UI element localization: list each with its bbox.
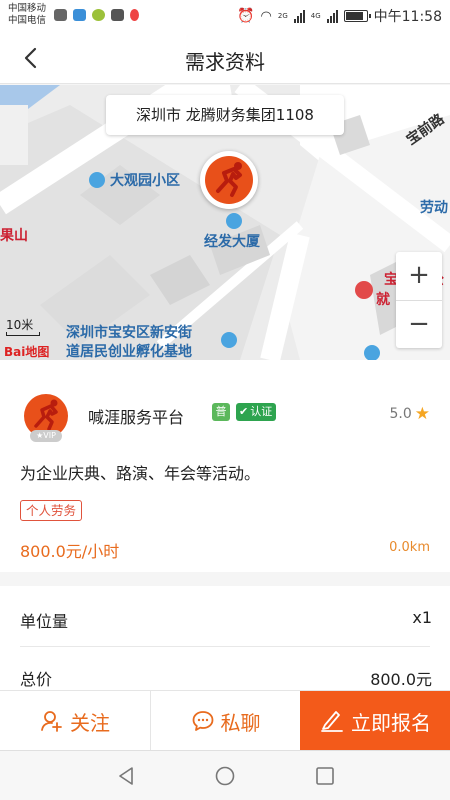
row-divider — [20, 646, 430, 647]
poi-jiu[interactable]: 就 — [376, 289, 390, 309]
page-title: 需求资料 — [185, 50, 265, 74]
poi-incubator-line1[interactable]: 深圳市宝安区新安街 — [66, 322, 192, 342]
follow-label: 关注 — [70, 710, 110, 735]
demand-description: 为企业庆典、路演、年会等活动。 — [20, 464, 261, 483]
rating-value: 5.0 — [389, 406, 412, 422]
unit-value: x1 — [412, 608, 432, 627]
certified-label: 认证 — [250, 405, 273, 418]
unit-label: 单位量 — [20, 612, 69, 631]
network-2-label: 4G — [310, 12, 321, 20]
poi-incubator-line2[interactable]: 道居民创业孵化基地 — [66, 341, 192, 360]
baidu-logo: Bai地图 — [4, 345, 50, 359]
map-view[interactable]: 深圳市 龙腾财务集团1108 大观园小区 经发大厦 深圳市宝安区新安街 道居民创… — [0, 85, 450, 360]
edit-icon — [321, 711, 343, 732]
location-marker[interactable] — [200, 151, 258, 209]
wechat-icon — [54, 9, 67, 21]
system-nav-bar — [0, 750, 450, 800]
demand-card: ★VIP 喊涯服务平台 普 ✔ 认证 5.0 ★ 为企业庆典、路演、年会等活动。… — [0, 360, 450, 572]
vip-label: VIP — [43, 431, 56, 440]
total-value: 800.0元 — [370, 670, 432, 689]
rating: 5.0 ★ — [389, 404, 430, 424]
nav-recents-button[interactable] — [315, 766, 335, 786]
poi-guoshan[interactable]: 果山 — [0, 225, 28, 245]
certified-badge: ✔ 认证 — [236, 403, 277, 421]
app-icon — [92, 9, 105, 21]
status-bar: 中国移动 中国电信 ⏰ ◠ 2G 4G 中午11:58 — [0, 0, 450, 32]
price: 800.0元/小时 — [20, 542, 120, 561]
signup-button[interactable]: 立即报名 — [300, 691, 450, 751]
carrier-1: 中国移动 — [8, 3, 47, 14]
nav-home-button[interactable] — [215, 766, 235, 786]
star-icon: ★ — [414, 404, 430, 424]
network-1-label: 2G — [277, 12, 288, 20]
nav-back-button[interactable] — [116, 766, 136, 786]
status-right: ⏰ ◠ 2G 4G 中午11:58 — [237, 6, 442, 26]
battery-icon — [343, 10, 371, 22]
provider-name[interactable]: 喊涯服务平台 — [88, 404, 184, 428]
add-user-icon — [41, 711, 62, 732]
circle-home-icon — [215, 766, 235, 786]
signal-2-icon — [326, 9, 338, 23]
wechat-icon-2 — [111, 9, 124, 21]
distance: 0.0km — [389, 540, 430, 555]
order-details: 单位量 x1 总价 800.0元 — [0, 586, 450, 690]
notification-icons — [54, 9, 139, 21]
poi-jingfa[interactable]: 经发大厦 — [204, 231, 260, 251]
general-badge: 普 — [212, 403, 230, 421]
chat-label: 私聊 — [220, 710, 261, 735]
square-recents-icon — [316, 767, 334, 785]
map-scale-bar — [6, 332, 40, 336]
zoom-out-button[interactable]: − — [396, 300, 442, 348]
chat-button[interactable]: 私聊 — [150, 691, 300, 751]
top-bar: 需求资料 — [0, 32, 450, 84]
category-tag: 个人劳务 — [20, 500, 83, 521]
carrier-info: 中国移动 中国电信 — [8, 3, 46, 27]
send-icon — [73, 9, 86, 21]
poi-laodong[interactable]: 劳动 — [420, 197, 448, 217]
wifi-icon: ◠ — [260, 8, 272, 24]
triangle-back-icon — [119, 767, 133, 785]
action-bar: 关注 私聊 立即报名 — [0, 690, 450, 751]
poi-daguanyuan[interactable]: 大观园小区 — [110, 170, 180, 190]
alarm-icon: ⏰ — [237, 8, 255, 24]
shield-check-icon: ✔ — [239, 405, 249, 418]
zoom-control: + − — [396, 252, 442, 348]
signup-label: 立即报名 — [351, 710, 431, 735]
carrier-2: 中国电信 — [8, 15, 47, 26]
follow-button[interactable]: 关注 — [0, 691, 150, 751]
zoom-in-button[interactable]: + — [396, 252, 442, 300]
vip-badge: ★VIP — [30, 430, 62, 442]
total-label: 总价 — [20, 670, 53, 689]
clock: 中午11:58 — [373, 9, 442, 25]
runner-logo-icon — [205, 156, 253, 204]
signal-1-icon — [293, 9, 305, 23]
map-scale: 10米 — [6, 318, 34, 332]
address-label: 深圳市 龙腾财务集团1108 — [106, 95, 344, 135]
chat-bubble-icon — [192, 711, 213, 731]
location-icon — [130, 9, 139, 21]
